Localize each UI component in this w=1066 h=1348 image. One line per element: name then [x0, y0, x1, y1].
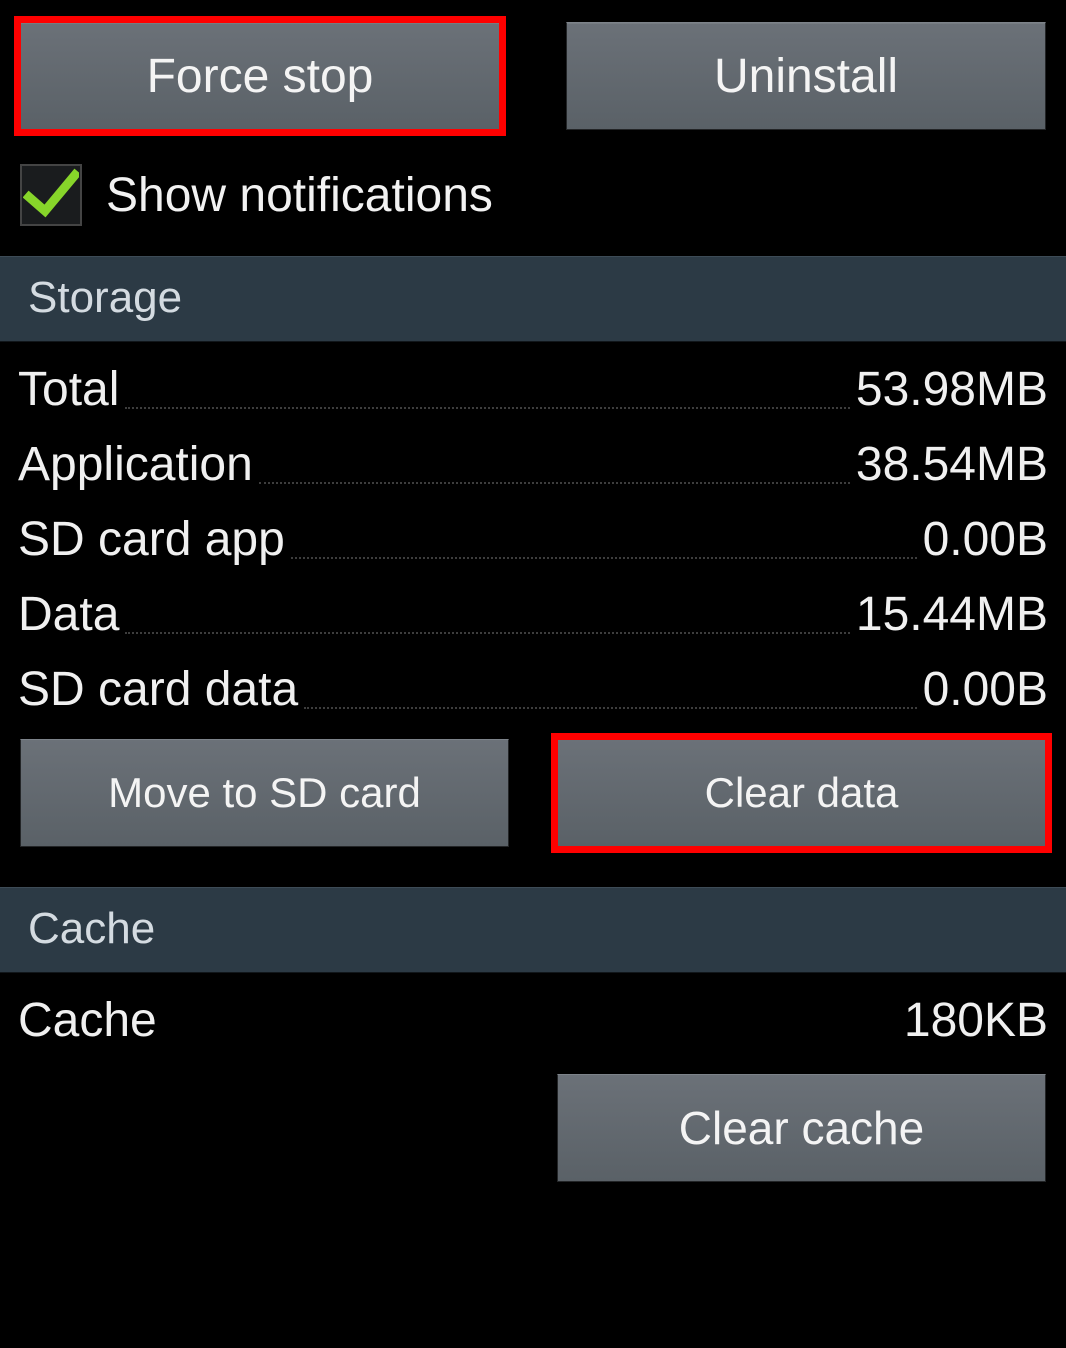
storage-buttons-row: Move to SD card Clear data	[0, 717, 1066, 887]
top-button-row: Force stop Uninstall	[0, 0, 1066, 156]
row-label: Total	[18, 362, 119, 417]
row-label: Data	[18, 587, 119, 642]
row-label: Cache	[18, 993, 157, 1048]
row-value: 180KB	[904, 993, 1048, 1048]
storage-section-header: Storage	[0, 256, 1066, 342]
row-filler	[259, 482, 850, 484]
storage-rows: Total 53.98MB Application 38.54MB SD car…	[0, 342, 1066, 717]
row-value: 0.00B	[923, 512, 1048, 567]
uninstall-button[interactable]: Uninstall	[566, 22, 1046, 130]
storage-row-sdcard-data: SD card data 0.00B	[18, 642, 1048, 717]
cache-section-header: Cache	[0, 887, 1066, 973]
show-notifications-checkbox[interactable]	[20, 164, 82, 226]
cache-buttons-row: Clear cache	[0, 1052, 1066, 1182]
cache-row-cache: Cache 180KB	[18, 973, 1048, 1052]
row-filler	[304, 707, 916, 709]
row-label: Application	[18, 437, 253, 492]
row-value: 53.98MB	[856, 362, 1048, 417]
checkmark-icon	[23, 167, 79, 223]
storage-row-sdcard-app: SD card app 0.00B	[18, 492, 1048, 567]
row-filler	[125, 632, 849, 634]
storage-row-application: Application 38.54MB	[18, 417, 1048, 492]
row-label: SD card app	[18, 512, 285, 567]
clear-cache-button[interactable]: Clear cache	[557, 1074, 1046, 1182]
row-label: SD card data	[18, 662, 298, 717]
row-value: 15.44MB	[856, 587, 1048, 642]
show-notifications-row[interactable]: Show notifications	[0, 156, 1066, 256]
row-filler	[125, 407, 849, 409]
cache-rows: Cache 180KB	[0, 973, 1066, 1052]
show-notifications-label: Show notifications	[106, 168, 493, 223]
row-value: 38.54MB	[856, 437, 1048, 492]
storage-row-total: Total 53.98MB	[18, 342, 1048, 417]
clear-data-button[interactable]: Clear data	[557, 739, 1046, 847]
row-filler	[291, 557, 917, 559]
row-value: 0.00B	[923, 662, 1048, 717]
row-filler	[163, 1039, 898, 1040]
move-to-sd-button[interactable]: Move to SD card	[20, 739, 509, 847]
force-stop-button[interactable]: Force stop	[20, 22, 500, 130]
storage-row-data: Data 15.44MB	[18, 567, 1048, 642]
